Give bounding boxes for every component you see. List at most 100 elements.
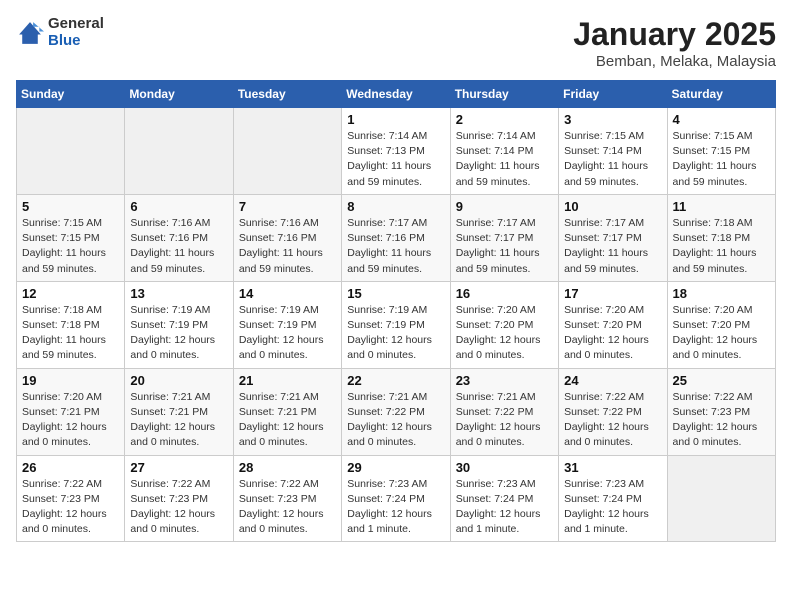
- weekday-header: Saturday: [667, 81, 775, 108]
- calendar-cell: 17 Sunrise: 7:20 AMSunset: 7:20 PMDayligh…: [559, 281, 667, 368]
- month-year-title: January 2025: [573, 16, 776, 53]
- calendar-cell: 4Sunrise: 7:15 AMSunset: 7:15 PMDaylight…: [667, 108, 775, 195]
- day-number: 29: [347, 460, 444, 475]
- day-number: 4: [673, 112, 770, 127]
- logo-general: General: [48, 16, 104, 33]
- calendar-week-row: 26 Sunrise: 7:22 AMSunset: 7:23 PMDayligh…: [17, 455, 776, 542]
- day-info: Sunrise: 7:15 AMSunset: 7:14 PMDaylight:…: [564, 129, 661, 190]
- day-info: Sunrise: 7:22 AMSunset: 7:23 PMDaylight:…: [673, 390, 770, 451]
- day-number: 12: [22, 286, 119, 301]
- calendar-cell: 20Sunrise: 7:21 AMSunset: 7:21 PMDayligh…: [125, 368, 233, 455]
- location-subtitle: Bemban, Melaka, Malaysia: [573, 53, 776, 70]
- calendar-cell: 28Sunrise: 7:22 AMSunset: 7:23 PMDayligh…: [233, 455, 341, 542]
- day-number: 13: [130, 286, 227, 301]
- day-number: 21: [239, 373, 336, 388]
- calendar-cell: 2Sunrise: 7:14 AMSunset: 7:14 PMDaylight…: [450, 108, 558, 195]
- logo: General Blue: [16, 16, 104, 49]
- day-number: 17: [564, 286, 661, 301]
- weekday-header: Sunday: [17, 81, 125, 108]
- day-number: 14: [239, 286, 336, 301]
- day-info: Sunrise: 7:18 AMSunset: 7:18 PMDaylight:…: [22, 303, 119, 364]
- weekday-header: Tuesday: [233, 81, 341, 108]
- calendar-cell: 21 Sunrise: 7:21 AMSunset: 7:21 PMDayligh…: [233, 368, 341, 455]
- day-number: 11: [673, 199, 770, 214]
- day-info: Sunrise: 7:19 AMSunset: 7:19 PMDaylight:…: [130, 303, 227, 364]
- calendar-week-row: 12 Sunrise: 7:18 AMSunset: 7:18 PMDayligh…: [17, 281, 776, 368]
- day-info: Sunrise: 7:20 AMSunset: 7:20 PMDaylight:…: [456, 303, 553, 364]
- calendar-cell: 22 Sunrise: 7:21 AMSunset: 7:22 PMDayligh…: [342, 368, 450, 455]
- day-info: Sunrise: 7:22 AMSunset: 7:22 PMDaylight:…: [564, 390, 661, 451]
- calendar-cell: 11 Sunrise: 7:18 AMSunset: 7:18 PMDayligh…: [667, 194, 775, 281]
- page-header: General Blue January 2025 Bemban, Melaka…: [16, 16, 776, 70]
- calendar-cell: 31Sunrise: 7:23 AMSunset: 7:24 PMDayligh…: [559, 455, 667, 542]
- day-number: 27: [130, 460, 227, 475]
- calendar-cell: 27 Sunrise: 7:22 AMSunset: 7:23 PMDayligh…: [125, 455, 233, 542]
- calendar-cell: 23 Sunrise: 7:21 AMSunset: 7:22 PMDayligh…: [450, 368, 558, 455]
- day-info: Sunrise: 7:23 AMSunset: 7:24 PMDaylight:…: [347, 477, 444, 538]
- day-info: Sunrise: 7:23 AMSunset: 7:24 PMDaylight:…: [564, 477, 661, 538]
- day-info: Sunrise: 7:17 AMSunset: 7:17 PMDaylight:…: [564, 216, 661, 277]
- day-number: 18: [673, 286, 770, 301]
- day-info: Sunrise: 7:20 AMSunset: 7:21 PMDaylight:…: [22, 390, 119, 451]
- calendar-cell: 8 Sunrise: 7:17 AMSunset: 7:16 PMDaylight…: [342, 194, 450, 281]
- day-info: Sunrise: 7:14 AMSunset: 7:13 PMDaylight:…: [347, 129, 444, 190]
- calendar-cell: [17, 108, 125, 195]
- calendar-cell: [233, 108, 341, 195]
- day-info: Sunrise: 7:16 AMSunset: 7:16 PMDaylight:…: [239, 216, 336, 277]
- calendar-cell: 15 Sunrise: 7:19 AMSunset: 7:19 PMDayligh…: [342, 281, 450, 368]
- day-number: 2: [456, 112, 553, 127]
- day-number: 26: [22, 460, 119, 475]
- calendar-week-row: 19 Sunrise: 7:20 AMSunset: 7:21 PMDayligh…: [17, 368, 776, 455]
- calendar-cell: 3 Sunrise: 7:15 AMSunset: 7:14 PMDaylight…: [559, 108, 667, 195]
- day-number: 16: [456, 286, 553, 301]
- day-info: Sunrise: 7:21 AMSunset: 7:22 PMDaylight:…: [456, 390, 553, 451]
- calendar-cell: 30 Sunrise: 7:23 AMSunset: 7:24 PMDayligh…: [450, 455, 558, 542]
- day-info: Sunrise: 7:15 AMSunset: 7:15 PMDaylight:…: [22, 216, 119, 277]
- day-number: 23: [456, 373, 553, 388]
- day-info: Sunrise: 7:20 AMSunset: 7:20 PMDaylight:…: [564, 303, 661, 364]
- weekday-header: Friday: [559, 81, 667, 108]
- day-number: 24: [564, 373, 661, 388]
- calendar-cell: 18Sunrise: 7:20 AMSunset: 7:20 PMDayligh…: [667, 281, 775, 368]
- day-number: 22: [347, 373, 444, 388]
- day-number: 30: [456, 460, 553, 475]
- day-info: Sunrise: 7:17 AMSunset: 7:16 PMDaylight:…: [347, 216, 444, 277]
- title-block: January 2025 Bemban, Melaka, Malaysia: [573, 16, 776, 70]
- weekday-header: Wednesday: [342, 81, 450, 108]
- calendar-cell: 6 Sunrise: 7:16 AMSunset: 7:16 PMDaylight…: [125, 194, 233, 281]
- weekday-header: Thursday: [450, 81, 558, 108]
- day-info: Sunrise: 7:21 AMSunset: 7:21 PMDaylight:…: [239, 390, 336, 451]
- day-number: 3: [564, 112, 661, 127]
- day-number: 15: [347, 286, 444, 301]
- calendar-cell: 5 Sunrise: 7:15 AMSunset: 7:15 PMDaylight…: [17, 194, 125, 281]
- day-info: Sunrise: 7:18 AMSunset: 7:18 PMDaylight:…: [673, 216, 770, 277]
- logo-text: General Blue: [48, 16, 104, 49]
- day-number: 25: [673, 373, 770, 388]
- day-number: 6: [130, 199, 227, 214]
- day-number: 20: [130, 373, 227, 388]
- day-info: Sunrise: 7:23 AMSunset: 7:24 PMDaylight:…: [456, 477, 553, 538]
- day-info: Sunrise: 7:22 AMSunset: 7:23 PMDaylight:…: [130, 477, 227, 538]
- calendar-cell: 19 Sunrise: 7:20 AMSunset: 7:21 PMDayligh…: [17, 368, 125, 455]
- calendar-cell: 26Sunrise: 7:22 AMSunset: 7:23 PMDayligh…: [17, 455, 125, 542]
- weekday-header-row: SundayMondayTuesdayWednesdayThursdayFrid…: [17, 81, 776, 108]
- calendar-cell: 10 Sunrise: 7:17 AMSunset: 7:17 PMDayligh…: [559, 194, 667, 281]
- day-number: 10: [564, 199, 661, 214]
- day-number: 28: [239, 460, 336, 475]
- day-number: 5: [22, 199, 119, 214]
- day-number: 8: [347, 199, 444, 214]
- day-info: Sunrise: 7:21 AMSunset: 7:22 PMDaylight:…: [347, 390, 444, 451]
- calendar-cell: 25 Sunrise: 7:22 AMSunset: 7:23 PMDayligh…: [667, 368, 775, 455]
- calendar-cell: 1Sunrise: 7:14 AMSunset: 7:13 PMDaylight…: [342, 108, 450, 195]
- calendar-cell: [667, 455, 775, 542]
- day-info: Sunrise: 7:19 AMSunset: 7:19 PMDaylight:…: [347, 303, 444, 364]
- logo-blue: Blue: [48, 33, 104, 50]
- day-number: 7: [239, 199, 336, 214]
- calendar-cell: 9Sunrise: 7:17 AMSunset: 7:17 PMDaylight…: [450, 194, 558, 281]
- calendar-cell: 29 Sunrise: 7:23 AMSunset: 7:24 PMDayligh…: [342, 455, 450, 542]
- calendar-cell: 14Sunrise: 7:19 AMSunset: 7:19 PMDayligh…: [233, 281, 341, 368]
- day-number: 9: [456, 199, 553, 214]
- logo-icon: [16, 19, 44, 47]
- day-info: Sunrise: 7:16 AMSunset: 7:16 PMDaylight:…: [130, 216, 227, 277]
- day-number: 19: [22, 373, 119, 388]
